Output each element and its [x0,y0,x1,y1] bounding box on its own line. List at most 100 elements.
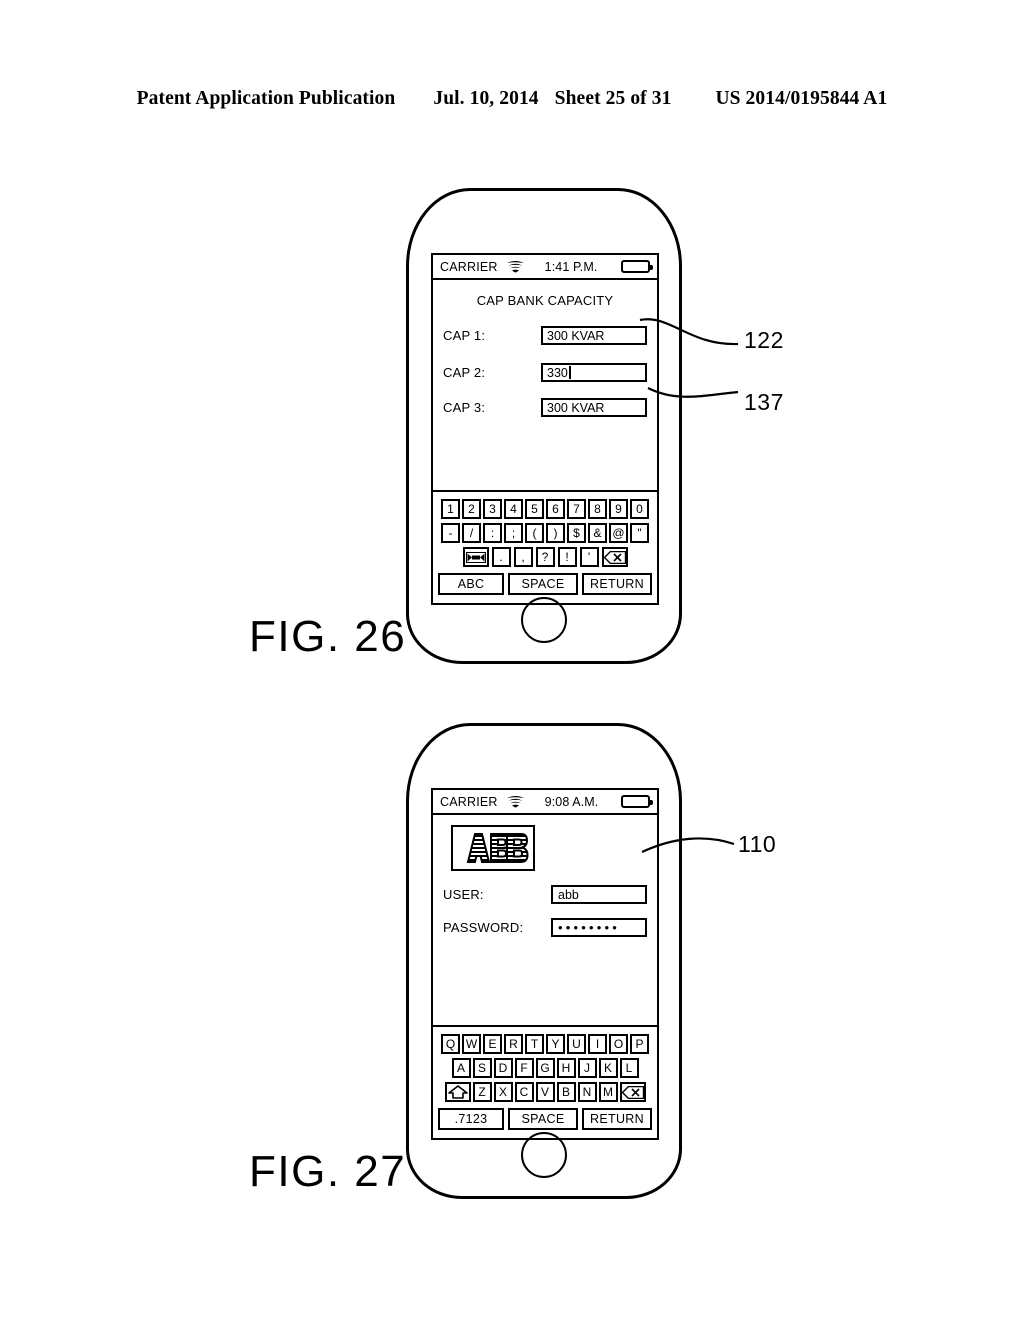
key-d[interactable]: D [493,1058,513,1078]
key-o[interactable]: O [609,1034,628,1054]
key-f[interactable]: F [514,1058,534,1078]
key-6[interactable]: 6 [546,499,565,519]
field-label-cap3: CAP 3: [443,400,486,415]
phone-screen-fig26: CARRIER 1:41 P.M. CAP BANK CAPACITY CAP … [431,253,659,605]
key-abc[interactable]: ABC [438,573,504,595]
key-7[interactable]: 7 [567,499,586,519]
key-w[interactable]: W [462,1034,481,1054]
status-time: 9:08 A.M. [544,794,599,809]
key-3[interactable]: 3 [483,499,502,519]
keyboard-bottom-row: ABC SPACE RETURN [438,573,652,595]
home-button[interactable] [521,1132,567,1178]
form-title: CAP BANK CAPACITY [476,293,614,308]
field-input-cap1[interactable]: 300 KVAR [541,326,647,345]
key-v[interactable]: V [535,1082,555,1102]
header-publication: Patent Application Publication [136,88,396,109]
key-space[interactable]: SPACE [508,1108,578,1130]
keyboard-row-punctuation: . , ? ! ' [438,547,652,567]
key-j[interactable]: J [577,1058,597,1078]
figure-label-26: FIG. 26 [249,612,407,661]
key-c[interactable]: C [514,1082,534,1102]
key-p[interactable]: P [630,1034,649,1054]
numeric-keyboard: 1 2 3 4 5 6 7 8 9 0 - / : ; ( ) $ & @ " … [433,490,657,603]
battery-icon [621,795,653,808]
phone-device-fig26: CARRIER 1:41 P.M. CAP BANK CAPACITY CAP … [406,188,682,664]
key-period[interactable]: . [491,547,511,567]
key-y[interactable]: Y [546,1034,565,1054]
key-x[interactable]: X [493,1082,513,1102]
key-8[interactable]: 8 [588,499,607,519]
key-open-paren[interactable]: ( [525,523,544,543]
keyboard-row-qwerty: Q W E R T Y U I O P [438,1034,652,1054]
key-m[interactable]: M [598,1082,618,1102]
status-bar-fig26: CARRIER 1:41 P.M. [433,255,657,280]
figure-label-27: FIG. 27 [249,1147,407,1196]
key-colon[interactable]: : [483,523,502,543]
reference-numeral-110: 110 [738,831,777,857]
field-row-cap1: CAP 1: 300 KVAR [443,326,647,345]
key-apostrophe[interactable]: ' [579,547,599,567]
reference-numeral-137: 137 [744,389,784,415]
key-slash[interactable]: / [462,523,481,543]
key-ampersand[interactable]: & [588,523,607,543]
backspace-icon[interactable] [601,547,628,567]
key-5[interactable]: 5 [525,499,544,519]
status-time: 1:41 P.M. [544,259,598,274]
key-z[interactable]: Z [472,1082,492,1102]
key-e[interactable]: E [483,1034,502,1054]
key-exclamation[interactable]: ! [557,547,577,567]
key-quote[interactable]: " [630,523,649,543]
field-value-cap3: 300 KVAR [547,400,605,415]
key-numeric-switch[interactable]: .7123 [438,1108,504,1130]
battery-icon [621,260,653,273]
key-return[interactable]: RETURN [582,1108,652,1130]
key-dollar[interactable]: $ [567,523,586,543]
field-input-cap3[interactable]: 300 KVAR [541,398,647,417]
patent-header: Patent Application Publication Jul. 10, … [0,88,1024,110]
phone-device-fig27: CARRIER 9:08 A.M. USER: abb PASSWORD: ••… [406,723,682,1199]
login-form: USER: abb PASSWORD: •••••••• [433,815,657,1025]
key-space[interactable]: SPACE [508,573,578,595]
key-at[interactable]: @ [609,523,628,543]
status-bar-fig27: CARRIER 9:08 A.M. [433,790,657,815]
key-t[interactable]: T [525,1034,544,1054]
key-1[interactable]: 1 [441,499,460,519]
key-q[interactable]: Q [441,1034,460,1054]
key-b[interactable]: B [556,1082,576,1102]
key-hyphen[interactable]: - [441,523,460,543]
key-s[interactable]: S [472,1058,492,1078]
field-value-user: abb [558,887,579,902]
key-close-paren[interactable]: ) [546,523,565,543]
key-semicolon[interactable]: ; [504,523,523,543]
key-a[interactable]: A [451,1058,471,1078]
field-input-user[interactable]: abb [551,885,647,904]
key-k[interactable]: K [598,1058,618,1078]
backspace-icon[interactable] [619,1082,646,1102]
key-question[interactable]: ? [535,547,555,567]
key-i[interactable]: I [588,1034,607,1054]
shift-icon[interactable] [444,1082,471,1102]
home-button[interactable] [521,597,567,643]
header-patent-number: US 2014/0195844 A1 [715,88,888,109]
key-h[interactable]: H [556,1058,576,1078]
key-2[interactable]: 2 [462,499,481,519]
field-row-user: USER: abb [443,885,647,904]
key-n[interactable]: N [577,1082,597,1102]
key-9[interactable]: 9 [609,499,628,519]
field-input-cap2[interactable]: 330 [541,363,647,382]
key-u[interactable]: U [567,1034,586,1054]
key-0[interactable]: 0 [630,499,649,519]
symbol-switch-icon[interactable] [462,547,489,567]
carrier-label: CARRIER [440,794,498,809]
keyboard-bottom-row: .7123 SPACE RETURN [438,1108,652,1130]
key-l[interactable]: L [619,1058,639,1078]
field-label-password: PASSWORD: [443,920,524,935]
key-r[interactable]: R [504,1034,523,1054]
key-4[interactable]: 4 [504,499,523,519]
key-g[interactable]: G [535,1058,555,1078]
key-comma[interactable]: , [513,547,533,567]
header-sheet: Sheet 25 of 31 [554,88,672,109]
keyboard-row-numbers: 1 2 3 4 5 6 7 8 9 0 [438,499,652,519]
key-return[interactable]: RETURN [582,573,652,595]
field-input-password[interactable]: •••••••• [551,918,647,937]
